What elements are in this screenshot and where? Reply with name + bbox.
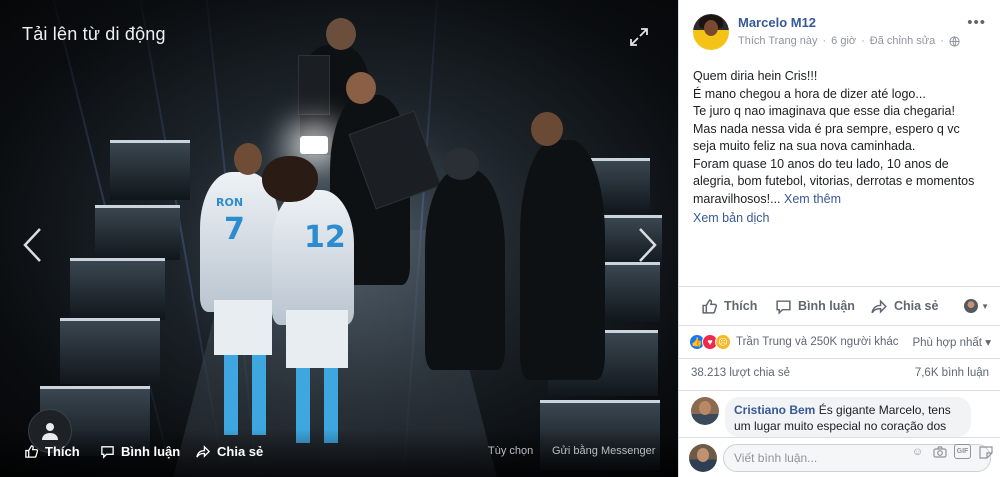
share-label: Chia sẻ bbox=[894, 299, 939, 313]
composer-icons: ☺ GIF bbox=[910, 444, 993, 459]
share-button[interactable]: Chia sẻ bbox=[871, 298, 938, 315]
post-text-line: Foram quase 10 anos do teu lado, 10 anos… bbox=[693, 156, 949, 171]
comment-count[interactable]: 7,6K bình luận bbox=[915, 367, 989, 379]
player-right-shorts bbox=[286, 310, 348, 368]
expand-icon[interactable] bbox=[628, 26, 650, 48]
post-text-line: Mas nada nessa vida é pra sempre, espero… bbox=[693, 121, 960, 136]
post-header: Marcelo M12 Thích Trang này · 6 giờ · Đã… bbox=[693, 14, 960, 50]
post-meta: Thích Trang này · 6 giờ · Đã chỉnh sửa · bbox=[738, 35, 960, 47]
translate-link[interactable]: Xem bản dịch bbox=[693, 210, 989, 228]
author-name[interactable]: Marcelo M12 bbox=[738, 14, 960, 31]
player-left-sock bbox=[224, 355, 238, 435]
previous-photo-arrow-icon[interactable] bbox=[20, 226, 46, 264]
commenter-name[interactable]: Cristiano Bem bbox=[734, 403, 815, 417]
emoji-icon[interactable]: ☺ bbox=[910, 444, 925, 459]
sort-label: Phù hợp nhất bbox=[912, 337, 983, 349]
like-icon bbox=[702, 298, 718, 314]
viewer-title: Tải lên từ di động bbox=[22, 24, 166, 44]
viewer-share-button[interactable]: Chia sẻ bbox=[196, 444, 263, 459]
options-link[interactable]: Tùy chọn bbox=[488, 445, 533, 457]
player-left-sock bbox=[252, 355, 266, 435]
meta-separator: · bbox=[861, 35, 865, 47]
post-text-last-line: maravilhosos!... Xem thêm bbox=[693, 191, 989, 209]
stadium-seat bbox=[70, 258, 165, 320]
edited-label[interactable]: Đã chỉnh sửa bbox=[870, 35, 935, 47]
meta-separator: · bbox=[940, 35, 944, 47]
player-right-hair bbox=[262, 156, 318, 202]
jersey-number-right: 12 bbox=[304, 220, 346, 255]
comment-label: Bình luận bbox=[798, 299, 855, 313]
comment-input[interactable] bbox=[734, 451, 904, 465]
post-body: Quem diria hein Cris!!! É mano chegou a … bbox=[693, 68, 989, 228]
stadium-seat bbox=[60, 318, 160, 384]
like-page-link[interactable]: Thích Trang này bbox=[738, 35, 818, 47]
globe-icon bbox=[949, 35, 960, 47]
camera-operator-head bbox=[443, 148, 479, 180]
next-photo-arrow-icon[interactable] bbox=[634, 226, 660, 264]
like-button[interactable]: Thích bbox=[701, 298, 757, 315]
post-actions: Thích Bình luận Chia sẻ ▼ bbox=[679, 286, 1000, 326]
camera-operator bbox=[425, 170, 505, 370]
player-left-head bbox=[234, 143, 262, 175]
more-options-icon[interactable]: ••• bbox=[967, 14, 986, 31]
camera-icon[interactable] bbox=[932, 444, 947, 459]
viewer-like-button[interactable]: Thích bbox=[24, 444, 80, 459]
photo-viewer[interactable]: 7 RON 12 Tải lên từ di động Thích Bình l… bbox=[0, 0, 678, 477]
post-text-line: Te juro q nao imaginava que esse dia che… bbox=[693, 104, 955, 118]
share-icon bbox=[871, 298, 887, 314]
author-avatar[interactable] bbox=[693, 14, 729, 50]
comment-sort-dropdown[interactable]: Phù hợp nhất ▾ bbox=[912, 335, 991, 349]
like-icon bbox=[25, 445, 39, 458]
comment-composer: ☺ GIF bbox=[679, 437, 1000, 477]
reactions-summary[interactable]: 👍 ♥ ☹ Trần Trung và 250K người khác Phù … bbox=[689, 333, 991, 351]
camera-operator-head bbox=[326, 18, 356, 50]
post-text-line: seja muito feliz na sua nova caminhada. bbox=[693, 139, 916, 153]
comment-icon bbox=[101, 446, 114, 459]
comment-button[interactable]: Bình luận bbox=[775, 298, 855, 315]
comment-bubble: Cristiano Bem És gigante Marcelo, tens u… bbox=[725, 397, 971, 437]
stadium-seat bbox=[110, 140, 190, 200]
post-time[interactable]: 6 giờ bbox=[831, 35, 856, 47]
gif-icon[interactable]: GIF bbox=[954, 444, 971, 459]
comment-icon bbox=[776, 299, 791, 315]
stadium-seat bbox=[95, 205, 180, 260]
reactions-text: Trần Trung và 250K người khác bbox=[736, 336, 899, 348]
jersey-number-left: 7 bbox=[224, 212, 245, 247]
sticker-icon[interactable] bbox=[978, 444, 993, 459]
sad-reaction-icon: ☹ bbox=[715, 334, 731, 350]
chevron-down-icon: ▼ bbox=[981, 301, 989, 311]
post-as-selector[interactable]: ▼ bbox=[964, 299, 989, 313]
post-text-line: maravilhosos!... bbox=[693, 191, 781, 206]
jersey-name: RON bbox=[216, 196, 244, 209]
post-panel: Marcelo M12 Thích Trang này · 6 giờ · Đã… bbox=[678, 0, 1000, 477]
camera-light bbox=[300, 136, 328, 154]
see-more-link[interactable]: Xem thêm bbox=[784, 192, 841, 206]
viewer-comment-label: Bình luận bbox=[121, 444, 181, 459]
commenter-avatar[interactable] bbox=[691, 397, 719, 425]
viewer-comment-button[interactable]: Bình luận bbox=[100, 444, 180, 459]
post-text-line: alegria, bom futebol, vitorias, derrotas… bbox=[693, 174, 975, 188]
my-avatar bbox=[689, 444, 717, 472]
like-label: Thích bbox=[724, 299, 758, 313]
meta-separator: · bbox=[822, 35, 827, 47]
post-counts: 38.213 lượt chia sẻ 7,6K bình luận bbox=[679, 358, 1000, 386]
crew-member bbox=[520, 140, 605, 380]
chevron-down-icon: ▾ bbox=[985, 337, 991, 349]
camera-operator-head bbox=[346, 72, 376, 104]
share-icon bbox=[196, 445, 211, 458]
share-count[interactable]: 38.213 lượt chia sẻ bbox=[691, 367, 790, 379]
player-right bbox=[272, 190, 354, 325]
player-left-shorts bbox=[214, 300, 272, 355]
video-camera bbox=[298, 55, 330, 115]
viewer-like-label: Thích bbox=[45, 444, 80, 459]
mini-avatar bbox=[964, 299, 979, 313]
send-messenger-link[interactable]: Gửi bằng Messenger bbox=[552, 445, 655, 457]
post-text-line: É mano chegou a hora de dizer até logo..… bbox=[693, 86, 926, 101]
crew-member-head bbox=[531, 112, 563, 146]
comment-item: Cristiano Bem És gigante Marcelo, tens u… bbox=[679, 390, 1000, 437]
viewer-share-label: Chia sẻ bbox=[217, 444, 264, 459]
post-text-line: Quem diria hein Cris!!! bbox=[693, 69, 818, 83]
